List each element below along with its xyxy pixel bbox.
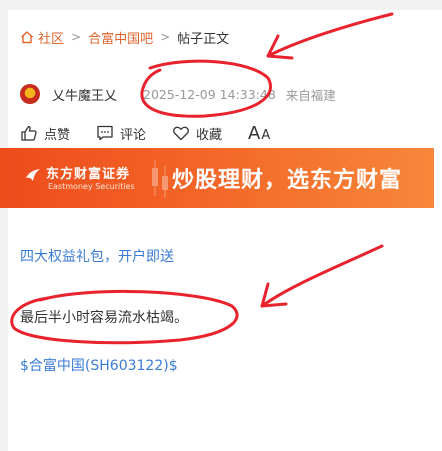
home-icon[interactable] — [20, 30, 34, 44]
banner-brand-cn: 东方财富证券 — [46, 167, 131, 182]
like-button[interactable]: 点赞 — [20, 124, 70, 143]
comment-label: 评论 — [120, 127, 147, 143]
favorite-label: 收藏 — [196, 127, 223, 143]
candlestick-decoration-icon — [152, 160, 168, 198]
comment-button[interactable]: 评论 — [96, 124, 146, 143]
post-time: 2025-12-09 14:33:48 — [143, 86, 276, 102]
post-card — [8, 10, 442, 451]
banner-slogan: 炒股理财，选东方财富 — [172, 168, 403, 193]
font-size-large: A — [248, 122, 261, 144]
ad-banner[interactable]: 东方财富证券 Eastmoney Securities 炒股理财，选东方财富 — [0, 148, 434, 208]
breadcrumb-community[interactable]: 社区 — [38, 28, 64, 47]
banner-brand-en: Eastmoney Securities — [48, 182, 135, 191]
heart-icon — [173, 126, 189, 141]
breadcrumb-current: 帖子正文 — [177, 31, 230, 47]
eastmoney-logo-icon — [26, 169, 40, 181]
author-name[interactable]: 乂牛魔王乂 — [52, 85, 117, 104]
post-meta: 乂牛魔王乂 2025-12-09 14:33:48 来自福建 — [20, 82, 336, 106]
breadcrumb-separator: > — [71, 30, 82, 44]
font-size-toggle[interactable]: A A — [248, 123, 270, 144]
favorite-button[interactable]: 收藏 — [172, 124, 222, 143]
post-content: 最后半小时容易流水枯竭。 — [20, 310, 188, 326]
breadcrumb-separator: > — [160, 30, 171, 44]
breadcrumb-forum[interactable]: 合富中国吧 — [88, 28, 153, 47]
comment-icon — [97, 125, 113, 141]
promo-link[interactable]: 四大权益礼包，开户即送 — [20, 246, 174, 266]
action-bar: 点赞 评论 收藏 A A — [20, 122, 270, 144]
post-location: 来自福建 — [285, 87, 336, 103]
avatar[interactable] — [20, 84, 40, 104]
breadcrumb: 社区 > 合富中国吧 > 帖子正文 — [20, 28, 230, 47]
thumbs-up-icon — [21, 125, 37, 141]
like-label: 点赞 — [44, 127, 71, 143]
font-size-small: A — [261, 127, 271, 143]
stock-tag-link[interactable]: $合富中国(SH603122)$ — [20, 355, 178, 375]
